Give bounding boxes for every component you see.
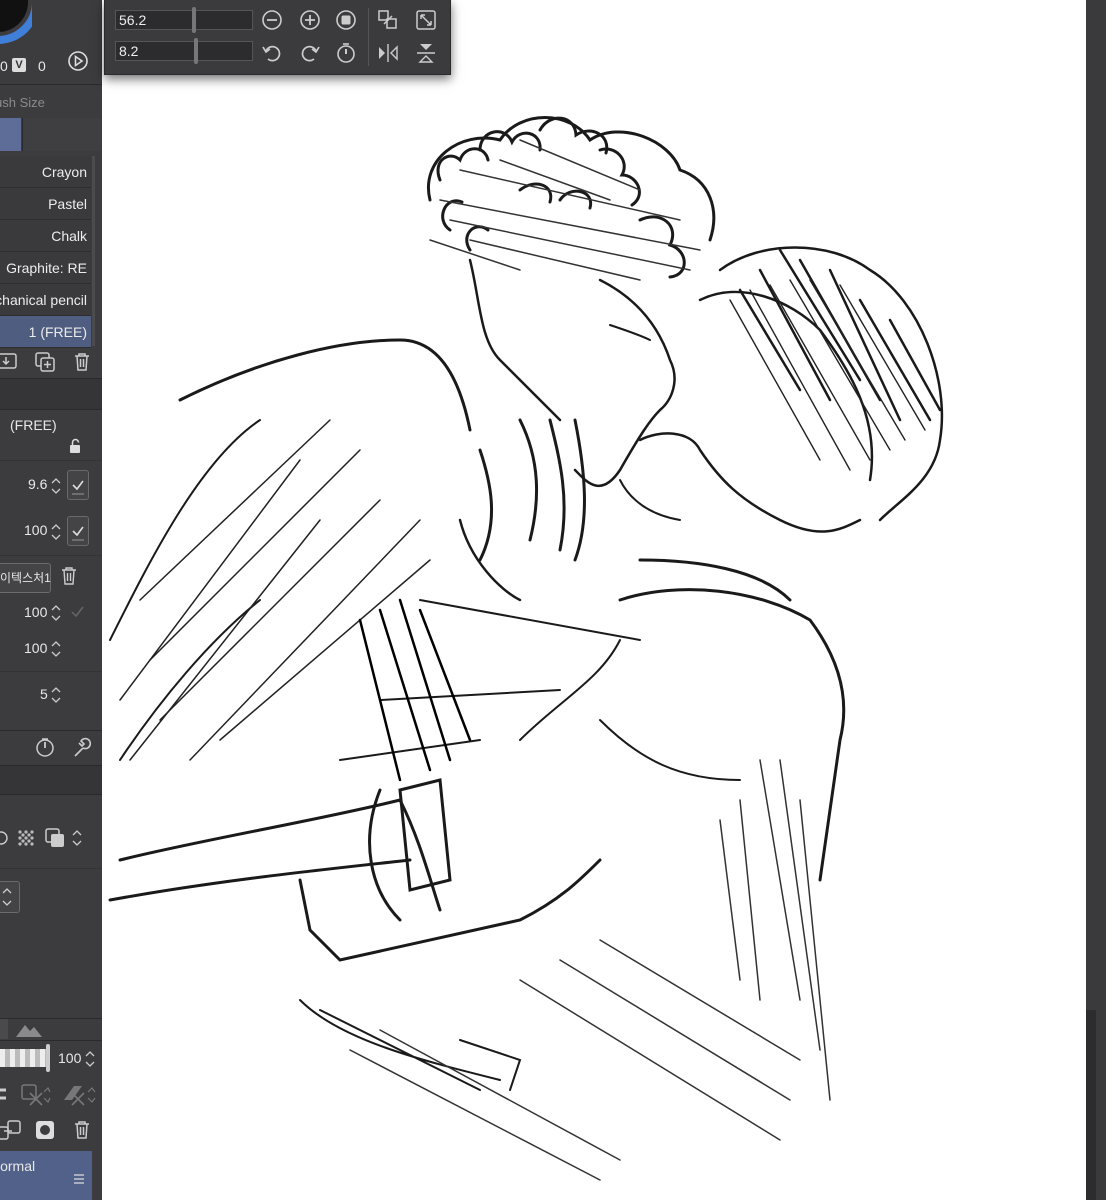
color-wheel[interactable]	[0, 0, 32, 44]
brush-group-tab[interactable]	[22, 118, 102, 151]
rotate-left-icon[interactable]	[260, 41, 284, 65]
brush-item-crayon[interactable]: Crayon	[0, 156, 91, 188]
opacity-pressure-toggle[interactable]	[67, 516, 89, 546]
opacity-stepper[interactable]	[51, 522, 61, 542]
blend-mode-label: Normal	[0, 1158, 36, 1174]
fullscreen-icon[interactable]	[414, 8, 438, 32]
tool-property-header	[0, 379, 102, 409]
drawing-canvas[interactable]	[102, 0, 1086, 1200]
texture-density-stepper[interactable]	[51, 603, 61, 623]
brush-item-mechanical-pencil[interactable]: Mechanical pencil	[0, 284, 91, 316]
stabilization-stepper[interactable]	[51, 685, 61, 705]
opacity-value[interactable]: 100	[24, 522, 47, 538]
layer-opacity-value[interactable]: 100	[58, 1050, 81, 1066]
texture-density-value[interactable]: 100	[24, 604, 47, 620]
brush-group-tab-active[interactable]	[0, 118, 21, 151]
layer-tab[interactable]	[0, 1019, 8, 1039]
brush-size-stepper[interactable]	[51, 476, 61, 496]
expression-color-select[interactable]	[0, 881, 20, 913]
stop-icon[interactable]	[334, 8, 358, 32]
duplicate-icon[interactable]	[34, 351, 56, 373]
texture-pressure-icon[interactable]	[69, 602, 87, 622]
rotation-slider[interactable]: 8.2	[115, 38, 253, 64]
effect-circle-icon[interactable]	[0, 828, 10, 848]
layer-effect-stepper[interactable]	[72, 828, 82, 848]
blend-mode-select[interactable]: Normal	[0, 1151, 92, 1200]
brush-item-pastel[interactable]: Pastel	[0, 188, 91, 220]
trash-icon[interactable]	[60, 566, 78, 586]
layer-color-icon[interactable]	[44, 827, 66, 849]
layer-list-icon[interactable]	[0, 1084, 8, 1104]
trash-icon[interactable]	[72, 351, 92, 373]
brush-item-free[interactable]: 1 (FREE)	[0, 316, 91, 348]
brush-list-scrollbar[interactable]	[92, 156, 95, 346]
brush-item-label: Graphite: RE	[6, 260, 87, 276]
transfer-layer-icon[interactable]	[0, 1119, 22, 1141]
texture-strength-value[interactable]: 100	[24, 640, 47, 656]
brush-item-graphite[interactable]: Graphite: RE	[0, 252, 91, 284]
new-brush-icon[interactable]	[0, 351, 20, 371]
brush-item-label: Pastel	[48, 196, 87, 212]
brush-item-label: 1 (FREE)	[28, 324, 87, 340]
right-edge-panel	[1086, 0, 1106, 1200]
brush-size-pressure-toggle[interactable]	[67, 470, 89, 500]
brush-item-label: Chalk	[51, 228, 87, 244]
trash-icon[interactable]	[72, 1119, 92, 1141]
color-value-b: 0	[38, 58, 46, 74]
flip-vertical-icon[interactable]	[414, 41, 438, 65]
play-icon[interactable]	[66, 49, 90, 73]
clip-disabled-icon[interactable]	[62, 1082, 96, 1106]
canvas-scrollbar[interactable]	[1086, 1010, 1096, 1200]
brush-size-tab[interactable]: Brush Size	[0, 95, 45, 110]
lock-icon[interactable]	[68, 438, 84, 454]
tone-icon[interactable]	[16, 828, 36, 848]
layer-opacity-stepper[interactable]	[85, 1049, 95, 1069]
stabilization-value[interactable]: 5	[40, 686, 48, 702]
zoom-slider-handle[interactable]	[192, 7, 196, 33]
brush-item-label: Crayon	[41, 164, 87, 180]
layer-opacity-slider[interactable]	[0, 1049, 48, 1067]
fit-icon[interactable]	[376, 8, 400, 32]
rotate-right-icon[interactable]	[298, 41, 322, 65]
zoom-out-icon[interactable]	[260, 8, 284, 32]
wrench-icon[interactable]	[70, 737, 92, 759]
rotation-slider-handle[interactable]	[194, 38, 198, 64]
flip-horizontal-icon[interactable]	[376, 41, 400, 65]
layer-opacity-handle[interactable]	[46, 1044, 50, 1072]
color-v-label: V	[12, 58, 26, 72]
sketch-artwork	[108, 116, 944, 1181]
brush-item-chalk[interactable]: Chalk	[0, 220, 91, 252]
dial-icon[interactable]	[34, 737, 56, 759]
brush-size-value[interactable]: 9.6	[28, 476, 47, 492]
color-value-a: 0	[0, 58, 8, 74]
texture-name: 이텍스처1	[0, 571, 51, 585]
rotation-value: 8.2	[119, 43, 139, 59]
preset-name: (FREE)	[10, 417, 57, 433]
brush-item-label: Mechanical pencil	[0, 292, 87, 308]
left-palette: 0 V 0 Brush Size Crayon Pastel Chalk Gra…	[0, 0, 102, 1200]
reset-rotation-icon[interactable]	[334, 41, 358, 65]
texture-strength-stepper[interactable]	[51, 639, 61, 659]
layer-property-header	[0, 766, 102, 794]
zoom-slider[interactable]: 56.2	[115, 7, 253, 33]
mountain-icon[interactable]	[14, 1021, 44, 1039]
mask-disabled-icon[interactable]	[20, 1082, 52, 1106]
navigator-panel: 56.2 8.2	[104, 0, 451, 75]
menu-icon[interactable]	[74, 1174, 86, 1184]
layer-mask-icon[interactable]	[34, 1119, 56, 1141]
zoom-in-icon[interactable]	[298, 8, 322, 32]
zoom-value: 56.2	[119, 12, 147, 28]
